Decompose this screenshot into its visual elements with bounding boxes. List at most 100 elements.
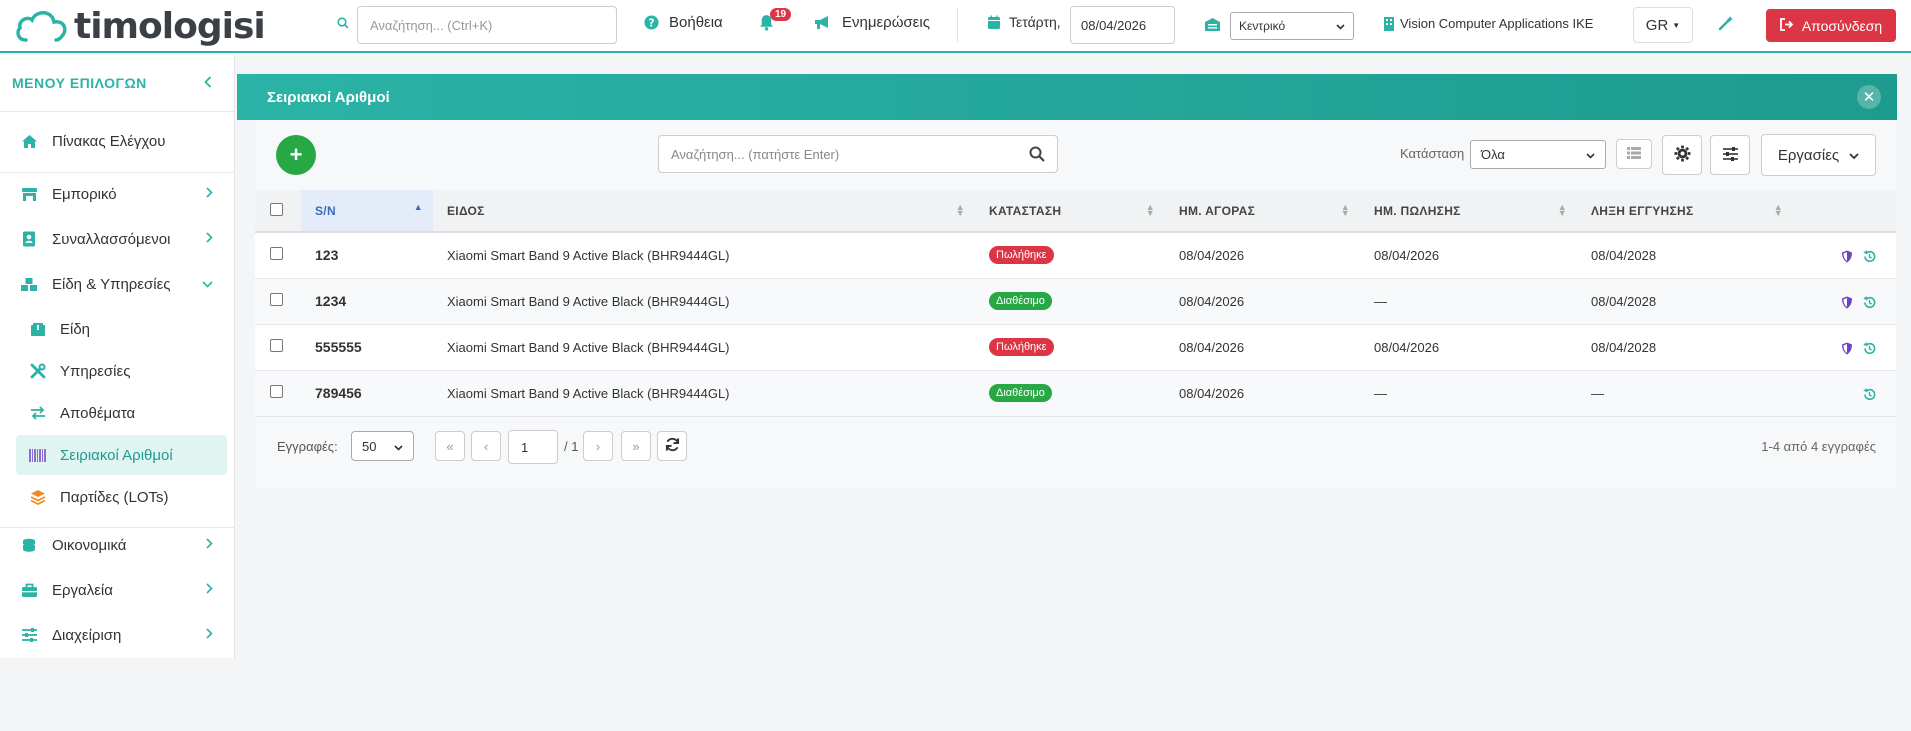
cell-sn[interactable]: 1234 xyxy=(301,278,433,324)
language-button[interactable]: GR ▼ xyxy=(1633,7,1693,43)
column-header-label: ΛΗΞΗ ΕΓΓΥΗΣΗΣ xyxy=(1591,203,1694,218)
status-badge: Πωλήθηκε xyxy=(989,246,1054,265)
status-badge: Πωλήθηκε xyxy=(989,338,1054,356)
caret-down-icon: ▼ xyxy=(1672,20,1681,30)
chevron-down-icon xyxy=(1336,19,1345,33)
logout-button[interactable]: Αποσύνδεση xyxy=(1766,9,1896,42)
sidebar-item-products[interactable]: Είδη xyxy=(16,309,227,349)
serials-search-input[interactable] xyxy=(659,136,1019,172)
sidebar-item-serial-numbers[interactable]: Σειριακοί Αριθμοί xyxy=(16,435,227,475)
warranty-shield-icon[interactable] xyxy=(1841,342,1853,355)
column-header-sn[interactable]: S/N ▲ xyxy=(301,190,433,232)
chevron-down-icon xyxy=(1586,147,1595,162)
cell-sn[interactable]: 555555 xyxy=(301,324,433,370)
sidebar-item-dashboard[interactable]: Πίνακας Ελέγχου xyxy=(0,121,235,161)
columns-filter-button[interactable] xyxy=(1710,135,1750,175)
help-link[interactable]: ? Βοήθεια xyxy=(644,14,723,31)
column-header-purchase-date[interactable]: ΗΜ. ΑΓΟΡΑΣ ▲ ▼ xyxy=(1165,190,1360,232)
records-info: 1-4 από 4 εγγραφές xyxy=(1761,439,1876,454)
chevron-left-icon: ‹ xyxy=(483,438,489,454)
tasks-label: Εργασίες xyxy=(1777,146,1840,164)
logo[interactable]: timologisi xyxy=(14,4,266,48)
sidebar-item-services[interactable]: Υπηρεσίες xyxy=(16,351,227,391)
notifications-button[interactable]: 19 xyxy=(758,8,792,34)
collapse-sidebar-icon[interactable] xyxy=(204,75,212,91)
panel-header: Σειριακοί Αριθμοί ✕ xyxy=(237,74,1897,120)
cell-sale-date: — xyxy=(1374,385,1387,401)
building-icon xyxy=(1384,16,1394,31)
branch-select[interactable]: Κεντρικό xyxy=(1230,12,1354,40)
first-page-button[interactable]: « xyxy=(435,431,465,461)
column-header-actions xyxy=(1793,190,1896,232)
sidebar-item-financial[interactable]: Οικονομικά xyxy=(0,525,235,565)
sidebar-item-tools[interactable]: Εργαλεία xyxy=(0,570,235,610)
list-view-button[interactable] xyxy=(1616,139,1652,169)
column-header-label: ΗΜ. ΠΩΛΗΣΗΣ xyxy=(1374,203,1461,218)
row-checkbox[interactable] xyxy=(270,385,283,398)
language-label: GR xyxy=(1645,16,1669,34)
cell-sn[interactable]: 123 xyxy=(301,232,433,278)
history-icon[interactable] xyxy=(1863,387,1876,401)
cell-warranty-end: 08/04/2028 xyxy=(1591,247,1657,263)
chevron-right-icon xyxy=(206,538,213,552)
sidebar-item-commercial[interactable]: Εμπορικό xyxy=(0,174,235,214)
row-checkbox[interactable] xyxy=(270,339,283,352)
global-search-input[interactable] xyxy=(357,6,617,44)
column-header-warranty-end[interactable]: ΛΗΞΗ ΕΓΓΥΗΣΗΣ ▲ ▼ xyxy=(1577,190,1793,232)
tasks-dropdown-button[interactable]: Εργασίες xyxy=(1761,134,1876,176)
sidebar-item-label: Εμπορικό xyxy=(52,185,117,203)
per-page-label: Εγγραφές: xyxy=(277,439,338,454)
chevron-down-icon xyxy=(1849,147,1859,164)
prev-page-button[interactable]: ‹ xyxy=(471,431,501,461)
chevron-right-icon xyxy=(206,628,213,642)
cloud-logo-icon xyxy=(16,11,67,42)
column-header-label: S/N xyxy=(315,203,336,218)
refresh-icon xyxy=(665,437,680,455)
column-header-status[interactable]: ΚΑΤΑΣΤΑΣΗ ▲ ▼ xyxy=(975,190,1165,232)
sidebar-subitem-label: Υπηρεσίες xyxy=(60,362,131,380)
column-header-sale-date[interactable]: ΗΜ. ΠΩΛΗΣΗΣ ▲ ▼ xyxy=(1360,190,1577,232)
svg-text:?: ? xyxy=(649,17,655,29)
sidebar-item-administration[interactable]: Διαχείριση xyxy=(0,615,235,655)
page-number-input[interactable]: 1 xyxy=(508,430,558,464)
settings-button[interactable] xyxy=(1662,135,1702,175)
question-circle-icon: ? xyxy=(644,15,659,30)
warranty-shield-icon[interactable] xyxy=(1841,296,1853,309)
search-icon[interactable] xyxy=(1029,146,1045,165)
warranty-shield-icon[interactable] xyxy=(1841,250,1853,263)
sort-icon: ▲ ▼ xyxy=(955,202,965,218)
next-page-button[interactable]: › xyxy=(583,431,613,461)
history-icon[interactable] xyxy=(1863,295,1876,309)
sidebar-item-lots[interactable]: Παρτίδες (LOTs) xyxy=(16,477,227,517)
magic-wand-icon[interactable] xyxy=(1718,15,1734,34)
refresh-button[interactable] xyxy=(657,431,687,461)
date-field[interactable] xyxy=(1070,6,1175,44)
sidebar-item-contacts[interactable]: Συναλλασσόμενοι xyxy=(0,219,235,259)
updates-link[interactable]: Ενημερώσεις xyxy=(814,14,930,31)
last-page-button[interactable]: » xyxy=(621,431,651,461)
history-icon[interactable] xyxy=(1863,250,1876,263)
history-icon[interactable] xyxy=(1863,341,1876,355)
per-page-select[interactable]: 50 xyxy=(351,431,414,461)
warehouse-icon xyxy=(1204,17,1221,35)
pagination: Εγγραφές: 50 « ‹ 1 / 1 › » 1-4 από 4 εγγ… xyxy=(255,415,1896,477)
column-header-item[interactable]: ΕΙΔΟΣ ▲ ▼ xyxy=(433,190,975,232)
row-checkbox[interactable] xyxy=(270,247,283,261)
barcode-icon xyxy=(28,448,48,462)
sidebar-item-stock[interactable]: Αποθέματα xyxy=(16,393,227,433)
select-all-checkbox[interactable] xyxy=(270,202,283,216)
cell-item: Xiaomi Smart Band 9 Active Black (BHR944… xyxy=(447,385,730,401)
cell-sn[interactable]: 789456 xyxy=(301,370,433,416)
row-checkbox[interactable] xyxy=(270,293,283,306)
sort-icon: ▲ ▼ xyxy=(1557,202,1567,218)
add-serial-button[interactable]: + xyxy=(276,135,316,175)
cell-sale-date: 08/04/2026 xyxy=(1374,339,1440,355)
close-panel-button[interactable]: ✕ xyxy=(1857,85,1881,109)
sidebar-subitem-label: Αποθέματα xyxy=(60,404,136,422)
status-filter-select[interactable]: Όλα xyxy=(1470,140,1606,169)
company-link[interactable]: Vision Computer Applications IKE xyxy=(1384,16,1593,31)
table-row: 1234 Xiaomi Smart Band 9 Active Black (B… xyxy=(255,278,1896,324)
sidebar-item-products-services[interactable]: Είδη & Υπηρεσίες xyxy=(0,264,235,304)
sidebar-title: ΜΕΝΟΥ ΕΠΙΛΟΓΩΝ xyxy=(12,75,147,91)
chevron-right-icon: › xyxy=(595,438,601,454)
